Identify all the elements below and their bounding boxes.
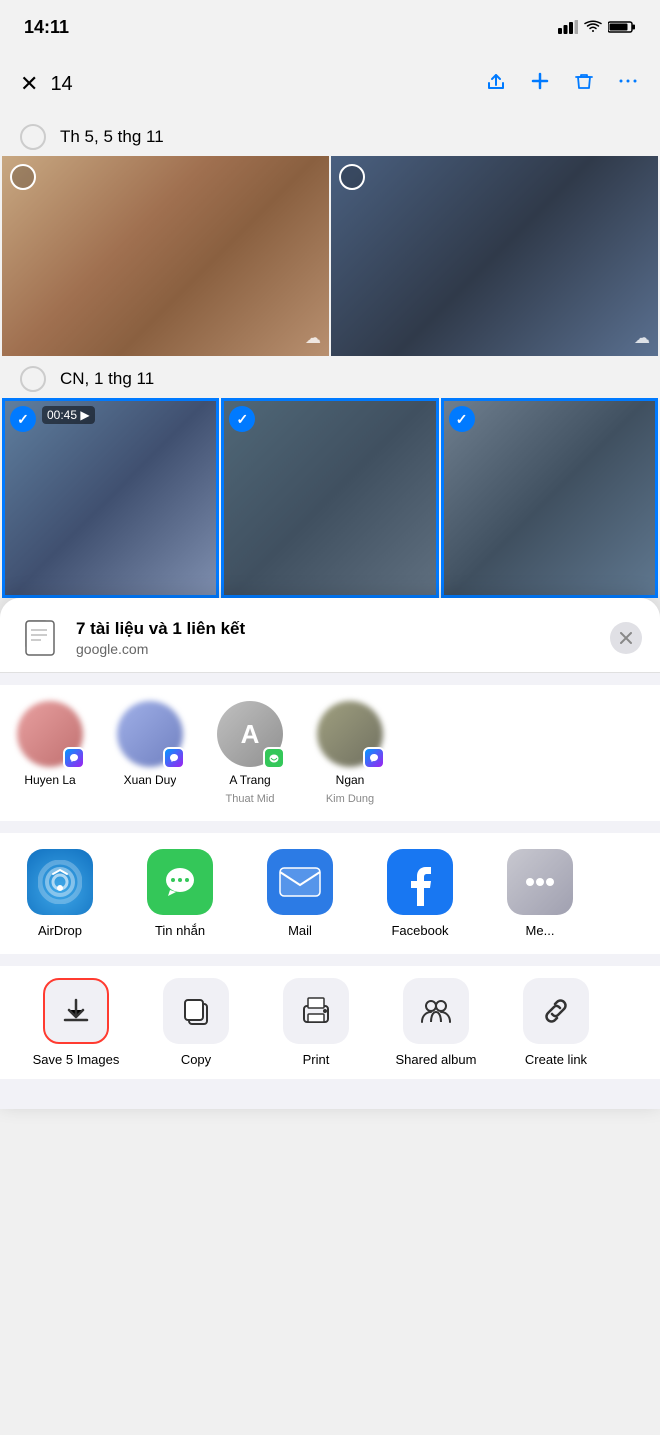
- status-icons: [558, 20, 636, 34]
- actions-grid: Save 5 Images Copy: [16, 966, 644, 1079]
- contact-badge-2: [263, 747, 285, 769]
- contact-badge-3: [363, 747, 385, 769]
- app-item-messages[interactable]: Tin nhắn: [120, 849, 240, 938]
- contact-avatar-1: [117, 701, 183, 767]
- date-header-2: CN, 1 thg 11: [0, 356, 660, 398]
- action-item-shared-album[interactable]: Shared album: [376, 966, 496, 1079]
- share-sheet: 7 tài liệu và 1 liên kết google.com Huye…: [0, 598, 660, 1109]
- status-time: 14:11: [24, 17, 69, 38]
- create-link-icon-box: [523, 978, 589, 1044]
- app-label-airdrop: AirDrop: [38, 923, 82, 938]
- contact-name-3: Ngan: [336, 773, 365, 787]
- signal-icon: [558, 20, 578, 34]
- shared-album-label: Shared album: [396, 1052, 477, 1067]
- app-item-facebook[interactable]: Facebook: [360, 849, 480, 938]
- share-title: 7 tài liệu và 1 liên kết: [76, 619, 596, 639]
- select-check-3: ✓: [10, 406, 36, 432]
- toolbar: ✕ 14: [0, 54, 660, 114]
- action-item-create-link[interactable]: Create link: [496, 966, 616, 1079]
- contact-sub-2: Thuat Mid: [226, 793, 275, 805]
- wifi-icon: [584, 20, 602, 34]
- contact-sub-3: Kim Dung: [326, 793, 374, 805]
- app-label-more: Me...: [526, 923, 555, 938]
- photo-cell-2[interactable]: ☁: [331, 156, 658, 356]
- photo-cell-3[interactable]: ✓ 00:45 ▶: [2, 398, 219, 598]
- app-label-messages: Tin nhắn: [155, 923, 205, 938]
- share-subtitle: google.com: [76, 641, 596, 657]
- shared-album-icon-box: [403, 978, 469, 1044]
- save-icon-box: [43, 978, 109, 1044]
- date-label-1: Th 5, 5 thg 11: [60, 127, 164, 147]
- select-check-5: ✓: [449, 406, 475, 432]
- contact-item-1[interactable]: Xuan Duy: [100, 701, 200, 805]
- messages-icon: [147, 849, 213, 915]
- select-check-4: ✓: [229, 406, 255, 432]
- date-select-circle-2[interactable]: [20, 366, 46, 392]
- mail-icon: [267, 849, 333, 915]
- contact-avatar-2: A: [217, 701, 283, 767]
- action-item-print[interactable]: Print: [256, 966, 376, 1079]
- select-circle-1: [10, 164, 36, 190]
- cloud-icon-2: ☁: [634, 328, 650, 348]
- contact-item-2[interactable]: A A Trang Thuat Mid: [200, 701, 300, 805]
- date-label-2: CN, 1 thg 11: [60, 369, 154, 389]
- app-item-mail[interactable]: Mail: [240, 849, 360, 938]
- contact-item-3[interactable]: Ngan Kim Dung: [300, 701, 400, 805]
- contact-avatar-3: [317, 701, 383, 767]
- photo-cell-4[interactable]: ✓: [221, 398, 438, 598]
- contact-name-0: Huyen La: [24, 773, 75, 787]
- action-item-copy[interactable]: Copy: [136, 966, 256, 1079]
- actions-row: Save 5 Images Copy: [0, 966, 660, 1079]
- print-icon-box: [283, 978, 349, 1044]
- app-label-facebook: Facebook: [391, 923, 448, 938]
- toolbar-right: [484, 69, 640, 99]
- print-label: Print: [303, 1052, 330, 1067]
- more-apps-icon: [507, 849, 573, 915]
- battery-icon: [608, 20, 636, 34]
- airdrop-icon: [27, 849, 93, 915]
- copy-label: Copy: [181, 1052, 211, 1067]
- photo-grid-row2: ✓ 00:45 ▶ ✓ ✓: [0, 398, 660, 598]
- apps-row: AirDrop Tin nhắn: [0, 833, 660, 954]
- contact-item-0[interactable]: Huyen La: [0, 701, 100, 805]
- action-item-save[interactable]: Save 5 Images: [16, 966, 136, 1079]
- more-button[interactable]: [616, 69, 640, 99]
- app-label-mail: Mail: [288, 923, 312, 938]
- contact-name-2: A Trang: [229, 773, 270, 787]
- select-circle-2: [339, 164, 365, 190]
- contact-badge-1: [163, 747, 185, 769]
- add-button[interactable]: [528, 69, 552, 99]
- video-badge-3: 00:45 ▶: [42, 406, 95, 424]
- share-button[interactable]: [484, 69, 508, 99]
- contact-avatar-0: [17, 701, 83, 767]
- date-header-1: Th 5, 5 thg 11: [0, 114, 660, 156]
- facebook-icon: [387, 849, 453, 915]
- photo-area: Th 5, 5 thg 11 ☁ ☁ CN, 1 thg 11 ✓ 00:45 …: [0, 114, 660, 598]
- photo-cell-5[interactable]: ✓: [441, 398, 658, 598]
- photo-grid-row1: ☁ ☁: [0, 156, 660, 356]
- contact-badge-0: [63, 747, 85, 769]
- status-bar: 14:11: [0, 0, 660, 54]
- share-header: 7 tài liệu và 1 liên kết google.com: [0, 598, 660, 673]
- contact-name-1: Xuan Duy: [124, 773, 177, 787]
- selection-count: 14: [50, 73, 72, 96]
- toolbar-left: ✕ 14: [20, 71, 468, 97]
- share-file-icon: [18, 616, 62, 660]
- delete-button[interactable]: [572, 69, 596, 99]
- app-item-more[interactable]: Me...: [480, 849, 600, 938]
- share-close-button[interactable]: [610, 622, 642, 654]
- save-label: Save 5 Images: [33, 1052, 120, 1067]
- app-item-airdrop[interactable]: AirDrop: [0, 849, 120, 938]
- create-link-label: Create link: [525, 1052, 587, 1067]
- contacts-row: Huyen La Xuan Duy A: [0, 685, 660, 821]
- date-select-circle-1[interactable]: [20, 124, 46, 150]
- share-title-block: 7 tài liệu và 1 liên kết google.com: [76, 619, 596, 657]
- photo-cell-1[interactable]: ☁: [2, 156, 329, 356]
- cloud-icon-1: ☁: [305, 328, 321, 348]
- close-button[interactable]: ✕: [20, 71, 38, 97]
- copy-icon-box: [163, 978, 229, 1044]
